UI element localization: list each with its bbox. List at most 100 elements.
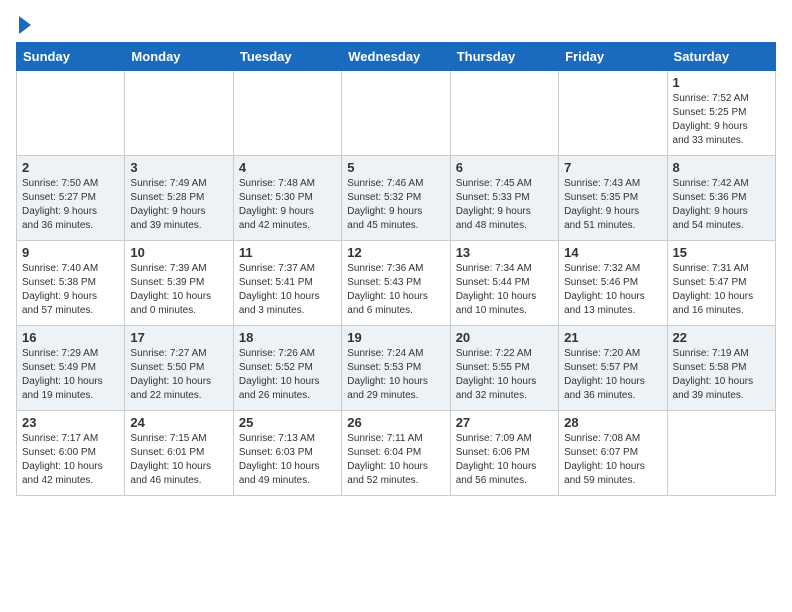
day-number: 1 — [673, 75, 770, 90]
day-number: 23 — [22, 415, 119, 430]
day-number: 24 — [130, 415, 227, 430]
calendar-cell: 23 Sunrise: 7:17 AM Sunset: 6:00 PM Dayli… — [17, 411, 125, 496]
day-info: Sunrise: 7:45 AM Sunset: 5:33 PM Dayligh… — [456, 177, 553, 233]
weekday-header-friday: Friday — [559, 43, 667, 71]
calendar-cell: 22 Sunrise: 7:19 AM Sunset: 5:58 PM Dayli… — [667, 326, 775, 411]
calendar-cell: 20 Sunrise: 7:22 AM Sunset: 5:55 PM Dayli… — [450, 326, 558, 411]
day-number: 9 — [22, 245, 119, 260]
weekday-header-saturday: Saturday — [667, 43, 775, 71]
day-number: 10 — [130, 245, 227, 260]
day-number: 18 — [239, 330, 336, 345]
day-info: Sunrise: 7:31 AM Sunset: 5:47 PM Dayligh… — [673, 262, 770, 318]
day-info: Sunrise: 7:19 AM Sunset: 5:58 PM Dayligh… — [673, 347, 770, 403]
day-info: Sunrise: 7:43 AM Sunset: 5:35 PM Dayligh… — [564, 177, 661, 233]
day-number: 14 — [564, 245, 661, 260]
calendar-cell — [450, 71, 558, 156]
calendar-cell: 4 Sunrise: 7:48 AM Sunset: 5:30 PM Daylig… — [233, 156, 341, 241]
weekday-header-sunday: Sunday — [17, 43, 125, 71]
day-info: Sunrise: 7:20 AM Sunset: 5:57 PM Dayligh… — [564, 347, 661, 403]
day-number: 8 — [673, 160, 770, 175]
day-number: 16 — [22, 330, 119, 345]
day-info: Sunrise: 7:34 AM Sunset: 5:44 PM Dayligh… — [456, 262, 553, 318]
calendar-cell: 19 Sunrise: 7:24 AM Sunset: 5:53 PM Dayli… — [342, 326, 450, 411]
day-number: 12 — [347, 245, 444, 260]
calendar-header-row: SundayMondayTuesdayWednesdayThursdayFrid… — [17, 43, 776, 71]
calendar-cell — [125, 71, 233, 156]
logo — [16, 16, 31, 34]
day-number: 5 — [347, 160, 444, 175]
calendar-cell: 3Sunrise: 7:49 AM Sunset: 5:28 PM Daylig… — [125, 156, 233, 241]
calendar-cell: 11 Sunrise: 7:37 AM Sunset: 5:41 PM Dayli… — [233, 241, 341, 326]
calendar-table: SundayMondayTuesdayWednesdayThursdayFrid… — [16, 42, 776, 496]
calendar-cell: 8 Sunrise: 7:42 AM Sunset: 5:36 PM Daylig… — [667, 156, 775, 241]
calendar-cell: 13 Sunrise: 7:34 AM Sunset: 5:44 PM Dayli… — [450, 241, 558, 326]
calendar-cell: 27Sunrise: 7:09 AM Sunset: 6:06 PM Dayli… — [450, 411, 558, 496]
calendar-cell: 25 Sunrise: 7:13 AM Sunset: 6:03 PM Dayli… — [233, 411, 341, 496]
weekday-header-wednesday: Wednesday — [342, 43, 450, 71]
calendar-cell — [667, 411, 775, 496]
calendar-week-row: 9 Sunrise: 7:40 AM Sunset: 5:38 PM Daylig… — [17, 241, 776, 326]
day-info: Sunrise: 7:15 AM Sunset: 6:01 PM Dayligh… — [130, 432, 227, 488]
day-info: Sunrise: 7:29 AM Sunset: 5:49 PM Dayligh… — [22, 347, 119, 403]
calendar-cell: 7 Sunrise: 7:43 AM Sunset: 5:35 PM Daylig… — [559, 156, 667, 241]
day-info: Sunrise: 7:13 AM Sunset: 6:03 PM Dayligh… — [239, 432, 336, 488]
weekday-header-thursday: Thursday — [450, 43, 558, 71]
day-number: 4 — [239, 160, 336, 175]
page-header — [16, 16, 776, 34]
day-info: Sunrise: 7:39 AM Sunset: 5:39 PM Dayligh… — [130, 262, 227, 318]
logo-arrow-icon — [19, 16, 31, 34]
calendar-cell: 24 Sunrise: 7:15 AM Sunset: 6:01 PM Dayli… — [125, 411, 233, 496]
calendar-week-row: 1 Sunrise: 7:52 AM Sunset: 5:25 PM Daylig… — [17, 71, 776, 156]
day-number: 19 — [347, 330, 444, 345]
calendar-cell — [17, 71, 125, 156]
day-info: Sunrise: 7:48 AM Sunset: 5:30 PM Dayligh… — [239, 177, 336, 233]
day-number: 25 — [239, 415, 336, 430]
calendar-cell: 28Sunrise: 7:08 AM Sunset: 6:07 PM Dayli… — [559, 411, 667, 496]
day-number: 17 — [130, 330, 227, 345]
calendar-cell: 17 Sunrise: 7:27 AM Sunset: 5:50 PM Dayli… — [125, 326, 233, 411]
calendar-week-row: 2 Sunrise: 7:50 AM Sunset: 5:27 PM Daylig… — [17, 156, 776, 241]
day-info: Sunrise: 7:22 AM Sunset: 5:55 PM Dayligh… — [456, 347, 553, 403]
day-number: 7 — [564, 160, 661, 175]
calendar-cell: 12 Sunrise: 7:36 AM Sunset: 5:43 PM Dayli… — [342, 241, 450, 326]
calendar-cell: 18 Sunrise: 7:26 AM Sunset: 5:52 PM Dayli… — [233, 326, 341, 411]
calendar-cell — [342, 71, 450, 156]
calendar-body: 1 Sunrise: 7:52 AM Sunset: 5:25 PM Daylig… — [17, 71, 776, 496]
weekday-header-tuesday: Tuesday — [233, 43, 341, 71]
day-info: Sunrise: 7:27 AM Sunset: 5:50 PM Dayligh… — [130, 347, 227, 403]
day-info: Sunrise: 7:36 AM Sunset: 5:43 PM Dayligh… — [347, 262, 444, 318]
day-number: 13 — [456, 245, 553, 260]
day-number: 15 — [673, 245, 770, 260]
weekday-header-monday: Monday — [125, 43, 233, 71]
day-number: 22 — [673, 330, 770, 345]
day-info: Sunrise: 7:40 AM Sunset: 5:38 PM Dayligh… — [22, 262, 119, 318]
day-info: Sunrise: 7:26 AM Sunset: 5:52 PM Dayligh… — [239, 347, 336, 403]
day-info: Sunrise: 7:46 AM Sunset: 5:32 PM Dayligh… — [347, 177, 444, 233]
calendar-cell — [559, 71, 667, 156]
calendar-cell: 6Sunrise: 7:45 AM Sunset: 5:33 PM Daylig… — [450, 156, 558, 241]
day-number: 2 — [22, 160, 119, 175]
calendar-cell: 21 Sunrise: 7:20 AM Sunset: 5:57 PM Dayli… — [559, 326, 667, 411]
calendar-cell: 5 Sunrise: 7:46 AM Sunset: 5:32 PM Daylig… — [342, 156, 450, 241]
day-info: Sunrise: 7:42 AM Sunset: 5:36 PM Dayligh… — [673, 177, 770, 233]
day-number: 21 — [564, 330, 661, 345]
calendar-cell: 15 Sunrise: 7:31 AM Sunset: 5:47 PM Dayli… — [667, 241, 775, 326]
day-info: Sunrise: 7:09 AM Sunset: 6:06 PM Dayligh… — [456, 432, 553, 488]
day-info: Sunrise: 7:50 AM Sunset: 5:27 PM Dayligh… — [22, 177, 119, 233]
calendar-cell: 9 Sunrise: 7:40 AM Sunset: 5:38 PM Daylig… — [17, 241, 125, 326]
calendar-cell: 16 Sunrise: 7:29 AM Sunset: 5:49 PM Dayli… — [17, 326, 125, 411]
day-info: Sunrise: 7:17 AM Sunset: 6:00 PM Dayligh… — [22, 432, 119, 488]
calendar-week-row: 16 Sunrise: 7:29 AM Sunset: 5:49 PM Dayli… — [17, 326, 776, 411]
day-info: Sunrise: 7:32 AM Sunset: 5:46 PM Dayligh… — [564, 262, 661, 318]
day-info: Sunrise: 7:37 AM Sunset: 5:41 PM Dayligh… — [239, 262, 336, 318]
calendar-cell: 26Sunrise: 7:11 AM Sunset: 6:04 PM Dayli… — [342, 411, 450, 496]
day-number: 11 — [239, 245, 336, 260]
day-number: 20 — [456, 330, 553, 345]
calendar-cell: 1 Sunrise: 7:52 AM Sunset: 5:25 PM Daylig… — [667, 71, 775, 156]
calendar-cell: 10 Sunrise: 7:39 AM Sunset: 5:39 PM Dayli… — [125, 241, 233, 326]
day-info: Sunrise: 7:08 AM Sunset: 6:07 PM Dayligh… — [564, 432, 661, 488]
day-number: 26 — [347, 415, 444, 430]
day-info: Sunrise: 7:24 AM Sunset: 5:53 PM Dayligh… — [347, 347, 444, 403]
calendar-week-row: 23 Sunrise: 7:17 AM Sunset: 6:00 PM Dayli… — [17, 411, 776, 496]
day-info: Sunrise: 7:52 AM Sunset: 5:25 PM Dayligh… — [673, 92, 770, 148]
